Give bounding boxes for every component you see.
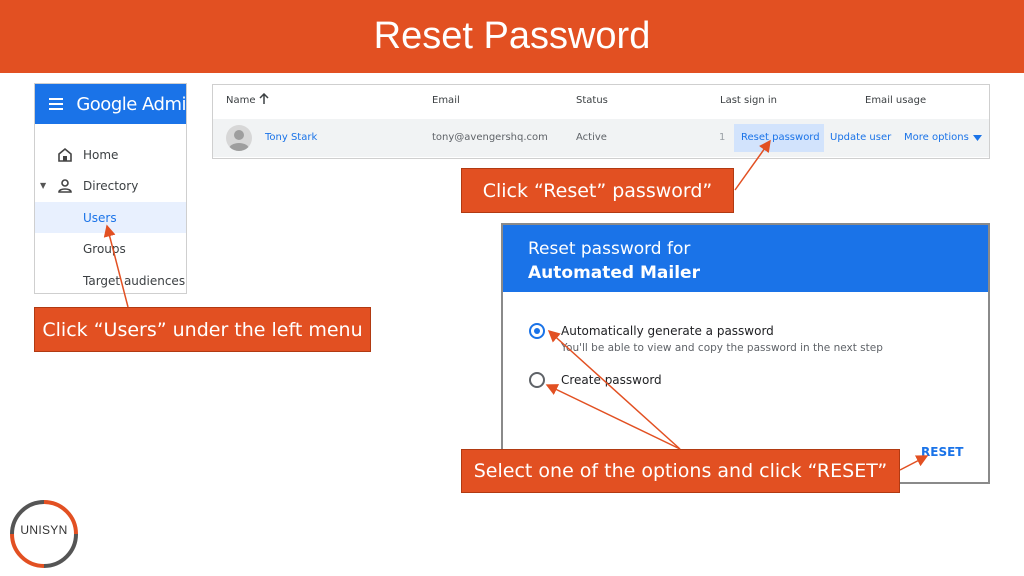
unisyn-logo-text: UNISYN bbox=[20, 523, 68, 537]
arrow-to-users bbox=[103, 224, 129, 308]
callout-arrows bbox=[103, 139, 929, 471]
arrow-to-reset-button bbox=[899, 455, 929, 471]
arrow-to-reset-password bbox=[734, 139, 771, 191]
arrow-to-create-password bbox=[545, 384, 681, 450]
arrow-to-auto-generate bbox=[547, 329, 681, 450]
